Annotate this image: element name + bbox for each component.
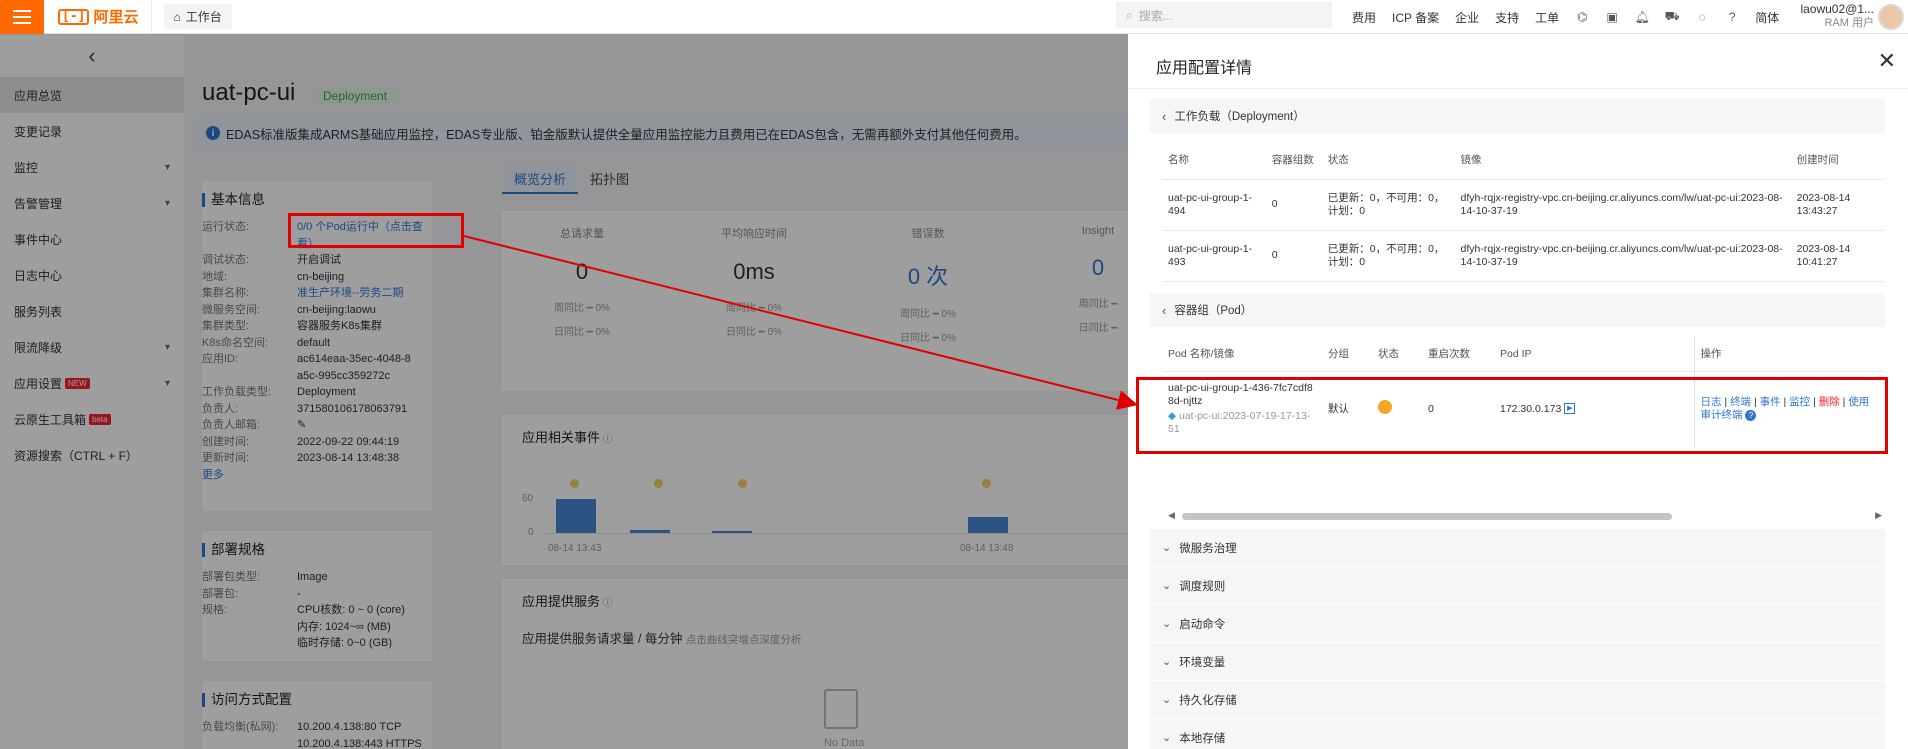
col-name: 名称 — [1162, 143, 1266, 180]
top-nav: 费用 ICP 备案 企业 支持 工单 ⌬ ▣ 🔔︎ ⛟ ◌ ? 简体 — [1352, 0, 1779, 34]
workload-status: 已更新：0，不可用：0，计划：0 — [1321, 230, 1455, 282]
workload-name: uat-pc-ui-group-1-493 — [1162, 230, 1266, 282]
workbench-button[interactable]: ⌂ 工作台 — [163, 4, 232, 29]
menu-icon[interactable] — [0, 0, 44, 34]
annotation-box — [1136, 377, 1888, 454]
horizontal-scrollbar[interactable]: ◀ ▶ — [1168, 510, 1882, 521]
modal-overlay[interactable] — [0, 34, 1128, 749]
bell-icon[interactable]: 🔔︎ — [1635, 10, 1650, 24]
chevron-down-icon: ⌄ — [1162, 542, 1172, 554]
col-ops: 操作 — [1693, 337, 1884, 372]
chevron-down-icon: ⌄ — [1162, 656, 1172, 668]
col-pod-name: Pod 名称/镜像 — [1162, 337, 1322, 372]
nav-icp[interactable]: ICP 备案 — [1392, 9, 1439, 26]
workbench-label: 工作台 — [185, 10, 222, 24]
chevron-left-icon: ‹ — [1162, 302, 1167, 318]
workload-table: 名称 容器组数 状态 镜像 创建时间 uat-pc-ui-group-1-494… — [1162, 143, 1884, 282]
pod-section-title: 容器组（Pod） — [1174, 305, 1253, 317]
brand-name: 阿里云 — [93, 9, 139, 26]
section-label: 环境变量 — [1179, 656, 1226, 669]
section-label: 调度规则 — [1179, 580, 1226, 593]
chevron-left-icon: ‹ — [1162, 108, 1167, 124]
aliyun-logo[interactable]: [-] 阿里云 — [44, 0, 152, 34]
search-placeholder: 搜索... — [1138, 8, 1173, 23]
user-info[interactable]: laowu02@1... RAM 用户 — [1800, 0, 1874, 30]
col-status: 状态 — [1321, 143, 1455, 180]
workload-name: uat-pc-ui-group-1-494 — [1162, 179, 1266, 231]
col-status: 状态 — [1372, 337, 1422, 372]
section-persistent-storage[interactable]: ⌄ 持久化存储 — [1150, 681, 1885, 718]
table-header-row: 名称 容器组数 状态 镜像 创建时间 — [1162, 143, 1884, 180]
workload-image: dfyh-rqjx-registry-vpc.cn-beijing.cr.ali… — [1454, 179, 1791, 231]
search-icon: ⌕ — [1126, 7, 1133, 22]
scroll-left-icon[interactable]: ◀ — [1168, 510, 1175, 521]
nav-billing[interactable]: 费用 — [1352, 9, 1376, 26]
code-icon[interactable]: ⌬ — [1575, 10, 1589, 24]
pod-section-header[interactable]: ‹ 容器组（Pod） — [1150, 293, 1885, 327]
col-pod-ip: Pod IP — [1494, 337, 1694, 372]
help-icon[interactable]: ? — [1725, 10, 1739, 24]
section-label: 微服务治理 — [1179, 542, 1237, 555]
section-scheduling[interactable]: ⌄ 调度规则 — [1150, 567, 1885, 604]
user-name: laowu02@1... — [1800, 2, 1874, 16]
drawer-title: 应用配置详情 — [1156, 60, 1253, 77]
workload-count: 0 — [1265, 230, 1322, 282]
language-switch[interactable]: 简体 — [1755, 9, 1779, 26]
nav-ticket[interactable]: 工单 — [1535, 9, 1559, 26]
col-count: 容器组数 — [1265, 143, 1322, 180]
scroll-right-icon[interactable]: ▶ — [1875, 510, 1882, 521]
lightbulb-icon[interactable]: ◌ — [1695, 10, 1709, 24]
workload-created: 2023-08-14 10:41:27 — [1790, 230, 1884, 282]
search-input[interactable]: ⌕ 搜索... — [1116, 2, 1332, 28]
table-header-row: Pod 名称/镜像 分组 状态 重启次数 Pod IP 操作 — [1162, 337, 1884, 372]
workload-status: 已更新：0，不可用：0，计划：0 — [1321, 179, 1455, 231]
chevron-down-icon: ⌄ — [1162, 694, 1172, 706]
col-image: 镜像 — [1454, 143, 1791, 180]
col-group: 分组 — [1322, 337, 1372, 372]
section-label: 本地存储 — [1179, 732, 1226, 745]
workload-image: dfyh-rqjx-registry-vpc.cn-beijing.cr.ali… — [1454, 230, 1791, 282]
avatar[interactable] — [1878, 4, 1904, 30]
close-icon[interactable]: ✕ — [1878, 48, 1896, 74]
table-row: uat-pc-ui-group-1-493 0 已更新：0，不可用：0，计划：0… — [1162, 230, 1884, 282]
nav-support[interactable]: 支持 — [1495, 9, 1519, 26]
chevron-down-icon: ⌄ — [1162, 580, 1172, 592]
workload-section-title: 工作负载（Deployment） — [1174, 111, 1305, 123]
table-row: uat-pc-ui-group-1-494 0 已更新：0，不可用：0，计划：0… — [1162, 179, 1884, 231]
col-created: 创建时间 — [1790, 143, 1884, 180]
chevron-down-icon: ⌄ — [1162, 732, 1172, 744]
top-bar: [-] 阿里云 ⌂ 工作台 ⌕ 搜索... 费用 ICP 备案 企业 支持 工单… — [0, 0, 1908, 34]
chevron-down-icon: ⌄ — [1162, 618, 1172, 630]
user-role: RAM 用户 — [1824, 17, 1875, 29]
annotation-box — [288, 213, 464, 248]
section-label: 启动命令 — [1179, 618, 1226, 631]
col-restarts: 重启次数 — [1422, 337, 1494, 372]
cart-icon[interactable]: ⛟ — [1665, 9, 1680, 24]
workload-created: 2023-08-14 13:43:27 — [1790, 179, 1884, 231]
terminal-icon[interactable]: ▣ — [1605, 10, 1619, 24]
section-startup-command[interactable]: ⌄ 启动命令 — [1150, 605, 1885, 642]
nav-enterprise[interactable]: 企业 — [1455, 9, 1479, 26]
section-env-vars[interactable]: ⌄ 环境变量 — [1150, 643, 1885, 680]
section-local-storage[interactable]: ⌄ 本地存储 — [1150, 719, 1885, 749]
workload-count: 0 — [1265, 179, 1322, 231]
home-icon: ⌂ — [173, 9, 181, 24]
section-microservice-governance[interactable]: ⌄ 微服务治理 — [1150, 529, 1885, 566]
section-label: 持久化存储 — [1179, 694, 1237, 707]
scrollbar-thumb[interactable] — [1182, 513, 1672, 520]
workload-section-header[interactable]: ‹ 工作负载（Deployment） — [1150, 99, 1885, 133]
aliyun-logo-mark: [-] — [58, 8, 90, 25]
